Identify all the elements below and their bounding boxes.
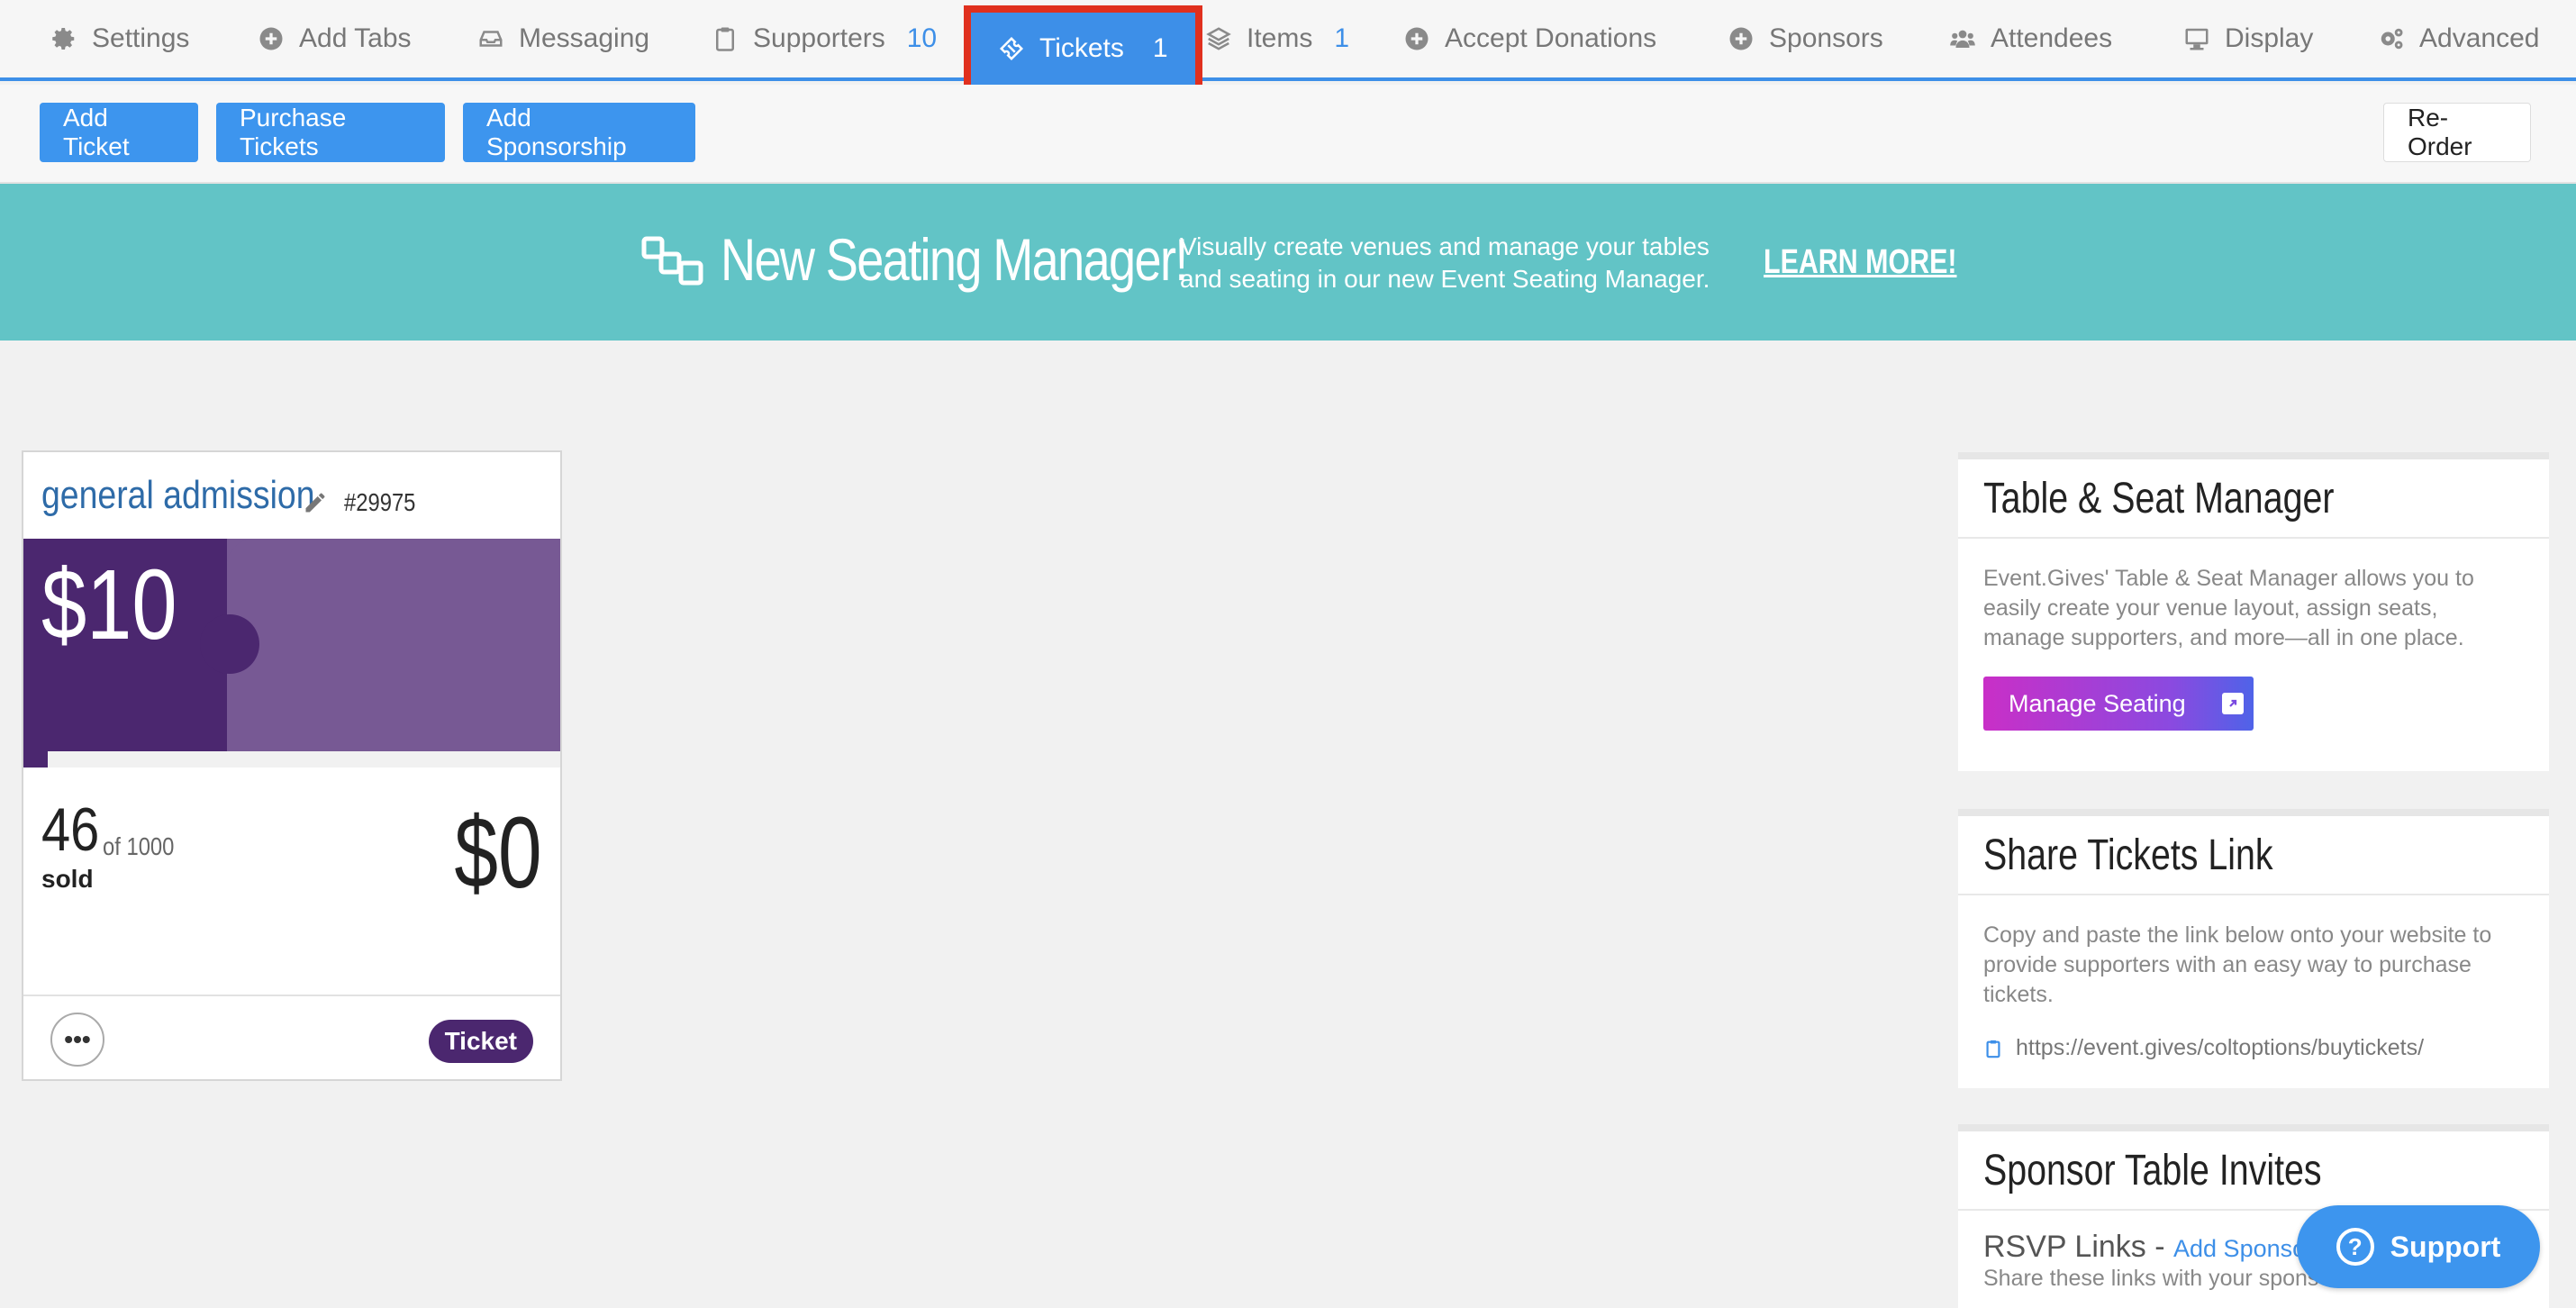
panel-description: Copy and paste the link below onto your … xyxy=(1983,922,2492,1007)
banner-description: Visually create venues and manage your t… xyxy=(1180,231,1738,295)
tab-messaging[interactable]: Messaging xyxy=(477,0,649,77)
tab-bar: Settings Add Tabs Messaging Supporters 1… xyxy=(0,0,2576,92)
gear-icon xyxy=(50,25,77,52)
clipboard-icon[interactable] xyxy=(1983,1039,2003,1058)
seating-manager-banner: New Seating Manager! Visually create ven… xyxy=(0,184,2576,341)
sold-progress-fill xyxy=(23,751,49,768)
seating-icon xyxy=(641,236,703,286)
tab-count: 10 xyxy=(906,23,938,53)
ticket-name[interactable]: general admission xyxy=(41,473,315,518)
banner-title: New Seating Manager! xyxy=(721,226,1188,293)
sold-total: of 1000 xyxy=(103,832,175,860)
tab-add-tabs[interactable]: Add Tabs xyxy=(258,0,412,77)
add-sponsor-link[interactable]: Add Sponsor xyxy=(2173,1235,2314,1262)
tab-label: Items xyxy=(1247,23,1313,53)
panel-title-text: Share Tickets Link xyxy=(1983,831,2273,879)
ticket-card-header: general admission xyxy=(23,452,560,539)
plus-circle-icon xyxy=(1728,25,1755,52)
ticket-card: general admission #29975 $10 46 of 1000 … xyxy=(22,450,562,1081)
share-link-row[interactable]: https://event.gives/coltoptions/buyticke… xyxy=(1983,1033,2524,1063)
ticket-type-badge: Ticket xyxy=(428,1020,533,1063)
add-sponsorship-button[interactable]: Add Sponsorship xyxy=(463,103,695,162)
clipboard-icon xyxy=(712,25,739,52)
support-button[interactable]: ? Support xyxy=(2297,1205,2540,1288)
tab-label: Settings xyxy=(92,23,190,53)
tab-label: Messaging xyxy=(519,23,650,53)
tab-label: Display xyxy=(2225,23,2314,53)
toolbar: Add Ticket Purchase Tickets Add Sponsors… xyxy=(0,85,2576,184)
tab-tickets[interactable]: Tickets 1 xyxy=(964,5,1202,92)
ticket-body xyxy=(227,539,560,751)
panel-title: Share Tickets Link xyxy=(1958,816,2549,895)
panel-body: Event.Gives' Table & Seat Manager allows… xyxy=(1958,539,2549,731)
ticket-revenue: $0 xyxy=(454,796,542,909)
manage-seating-label: Manage Seating xyxy=(2009,689,2186,717)
banner-line: Visually create venues and manage your t… xyxy=(1180,232,1710,260)
gears-icon xyxy=(2378,25,2405,52)
tab-accept-donations[interactable]: Accept Donations xyxy=(1403,0,1656,77)
banner-line: and seating in our new Event Seating Man… xyxy=(1180,265,1710,293)
tab-label: Accept Donations xyxy=(1445,23,1657,53)
tab-count: 1 xyxy=(1334,23,1350,53)
tab-attendees[interactable]: Attendees xyxy=(1949,0,2112,77)
panel-title: Table & Seat Manager xyxy=(1958,459,2549,539)
ticket-price: $10 xyxy=(41,550,177,660)
monitor-icon xyxy=(2183,25,2210,52)
sold-progress-bar xyxy=(23,751,560,768)
ticket-id: #29975 xyxy=(344,488,416,516)
plus-circle-icon xyxy=(258,25,285,52)
tab-settings[interactable]: Settings xyxy=(50,0,189,77)
tab-label: Sponsors xyxy=(1769,23,1883,53)
panel-title-text: Table & Seat Manager xyxy=(1983,474,2335,522)
tab-count: 1 xyxy=(1152,33,1168,63)
manage-seating-button[interactable]: Manage Seating xyxy=(1983,677,2254,731)
help-icon: ? xyxy=(2336,1228,2374,1266)
ticket-icon xyxy=(998,35,1025,62)
layers-icon xyxy=(1205,25,1232,52)
learn-more-link[interactable]: LEARN MORE! xyxy=(1764,243,1956,282)
ticket-card-footer: ••• Ticket xyxy=(23,995,560,1079)
rsvp-label: RSVP Links - xyxy=(1983,1230,2174,1264)
tab-display[interactable]: Display xyxy=(2183,0,2313,77)
tab-label: Attendees xyxy=(1991,23,2113,53)
share-url[interactable]: https://event.gives/coltoptions/buyticke… xyxy=(2016,1033,2424,1063)
plus-circle-icon xyxy=(1403,25,1430,52)
panel-body: Copy and paste the link below onto your … xyxy=(1958,895,2549,1063)
tab-label: Add Tabs xyxy=(299,23,412,53)
edit-pencil-icon[interactable] xyxy=(303,490,328,515)
external-link-icon xyxy=(2221,693,2244,714)
inbox-icon xyxy=(477,25,504,52)
tab-items[interactable]: Items 1 xyxy=(1205,0,1349,77)
tab-supporters[interactable]: Supporters 10 xyxy=(712,0,937,77)
tab-label: Supporters xyxy=(753,23,885,53)
ticket-notch-overlay xyxy=(200,614,259,674)
tab-label: Advanced xyxy=(2419,23,2540,53)
add-ticket-button[interactable]: Add Ticket xyxy=(40,103,198,162)
panel-title: Sponsor Table Invites xyxy=(1958,1131,2549,1211)
sold-count: 46 xyxy=(41,795,100,864)
support-label: Support xyxy=(2390,1230,2501,1263)
ticket-graphic: $10 xyxy=(23,539,560,751)
seat-manager-panel: Table & Seat Manager Event.Gives' Table … xyxy=(1958,452,2549,771)
purchase-tickets-button[interactable]: Purchase Tickets xyxy=(216,103,445,162)
more-options-button[interactable]: ••• xyxy=(50,1013,104,1067)
sold-label: sold xyxy=(41,865,94,893)
panel-title-text: Sponsor Table Invites xyxy=(1983,1146,2322,1194)
share-tickets-panel: Share Tickets Link Copy and paste the li… xyxy=(1958,809,2549,1088)
tab-sponsors[interactable]: Sponsors xyxy=(1728,0,1883,77)
tab-label: Tickets xyxy=(1039,33,1124,63)
users-icon xyxy=(1949,25,1976,52)
tab-advanced[interactable]: Advanced xyxy=(2378,0,2539,77)
panel-description: Event.Gives' Table & Seat Manager allows… xyxy=(1983,566,2474,650)
reorder-button[interactable]: Re-Order xyxy=(2383,103,2531,162)
